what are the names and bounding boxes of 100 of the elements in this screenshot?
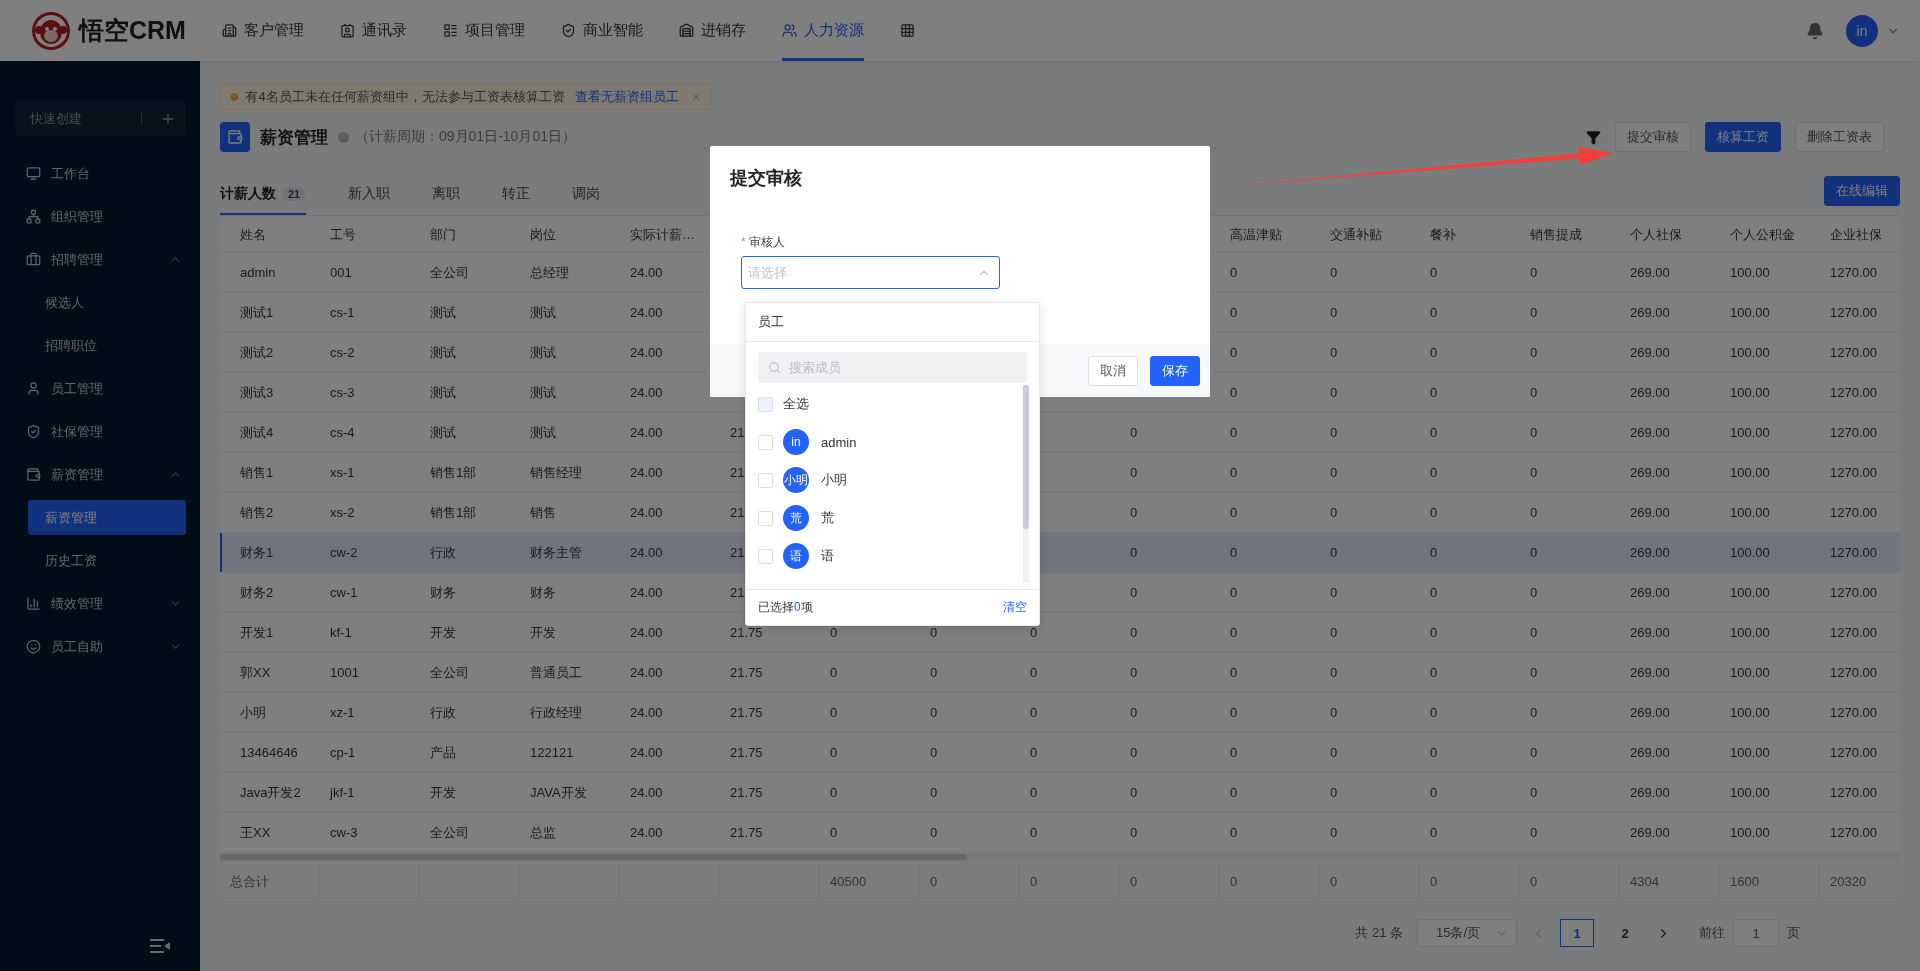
table-cell: 0 — [1530, 745, 1538, 760]
table-cell: 0 — [1530, 825, 1538, 840]
filter-icon[interactable] — [1586, 129, 1601, 145]
nav-tab[interactable]: 进销存 — [678, 0, 746, 61]
action-button[interactable]: 核算工资 — [1705, 122, 1781, 152]
table-cell: 269.00 — [1630, 785, 1670, 800]
table-cell: 测试 — [430, 303, 456, 322]
checkbox[interactable] — [758, 396, 773, 412]
notification-bell-icon[interactable] — [1806, 21, 1824, 40]
table-cell: 0 — [1530, 465, 1538, 480]
sidebar-item[interactable]: 绩效管理 — [0, 582, 200, 625]
checkbox[interactable] — [758, 510, 773, 526]
quick-create-button[interactable]: 快速创建 — [15, 101, 186, 136]
table-cell: xz-1 — [330, 705, 355, 720]
table-cell: 0 — [1130, 465, 1138, 480]
sidebar-subitem[interactable]: 薪资管理 — [28, 500, 186, 535]
table-cell: 24.00 — [630, 625, 663, 640]
table-cell: 0 — [1230, 705, 1238, 720]
table-cell: 0 — [830, 625, 838, 640]
nav-tab[interactable]: 商业智能 — [560, 0, 643, 61]
table-cell: 0 — [1230, 625, 1238, 640]
table-cell: 0 — [1430, 825, 1438, 840]
sidebar-item[interactable]: 薪资管理 — [0, 453, 200, 496]
checkbox[interactable] — [758, 472, 773, 488]
table-cell: 0 — [1430, 345, 1438, 360]
sidebar-item[interactable]: 组织管理 — [0, 195, 200, 238]
table-cell: 001 — [330, 265, 352, 280]
page-size-select[interactable]: 15条/页 — [1417, 919, 1517, 947]
page-unit: 页 — [1787, 924, 1800, 942]
table-cell: 24.00 — [630, 425, 663, 440]
online-edit-button[interactable]: 在线编辑 — [1824, 175, 1900, 206]
table-cell: 21.75 — [730, 625, 763, 640]
nav-tab[interactable]: 通讯录 — [339, 0, 407, 61]
table-cell: cs-1 — [330, 305, 355, 320]
table-cell: 100.00 — [1730, 625, 1770, 640]
shield-icon — [560, 23, 576, 38]
table-cell: 269.00 — [1630, 705, 1670, 720]
app-grid-icon[interactable] — [899, 23, 915, 38]
tab[interactable]: 离职 — [432, 185, 461, 215]
nav-tab[interactable]: 人力资源 — [781, 0, 864, 61]
table-cell: 财务2 — [240, 583, 274, 602]
column-header: 餐补 — [1430, 225, 1456, 244]
checkbox[interactable] — [758, 434, 773, 450]
table-cell: 0 — [1530, 345, 1538, 360]
table-cell: 269.00 — [1630, 745, 1670, 760]
table-cell: 全公司 — [430, 823, 469, 842]
table-cell: 1270.00 — [1830, 465, 1877, 480]
monkey-logo-icon — [31, 10, 71, 51]
checkbox[interactable] — [758, 548, 773, 564]
sidebar-item[interactable]: 社保管理 — [0, 410, 200, 453]
table-cell: 0 — [1330, 745, 1338, 760]
table-cell: 财务 — [530, 583, 556, 602]
page-input[interactable]: 1 — [1733, 919, 1779, 947]
table-cell: 100.00 — [1730, 345, 1770, 360]
clear-link[interactable]: 清空 — [1003, 599, 1027, 616]
tab[interactable]: 转正 — [502, 185, 531, 215]
nav-tab[interactable]: 客户管理 — [221, 0, 304, 61]
wallet-icon — [26, 467, 41, 482]
dialog-button[interactable]: 保存 — [1150, 355, 1200, 386]
action-button[interactable]: 提交审核 — [1615, 122, 1691, 152]
page-number[interactable]: 1 — [1560, 919, 1594, 947]
dialog-button[interactable]: 取消 — [1088, 355, 1138, 386]
user-avatar[interactable]: in — [1846, 14, 1878, 47]
warning-text: 有4名员工未在任何薪资组中，无法参与工资表核算工资 — [245, 87, 565, 106]
table-cell: 0 — [930, 745, 938, 760]
sidebar-subitem[interactable]: 历史工资 — [28, 543, 186, 578]
table-cell: 0 — [1230, 265, 1238, 280]
member-option[interactable]: 语 语 — [746, 537, 1023, 575]
nav-tab[interactable]: 项目管理 — [442, 0, 525, 61]
table-cell: 0 — [1430, 745, 1438, 760]
picker-tab[interactable]: 员工 — [746, 303, 1039, 342]
dialog-title: 提交审核 — [730, 168, 802, 188]
sidebar-item[interactable]: 员工管理 — [0, 367, 200, 410]
table-cell: 0 — [1530, 705, 1538, 720]
table-cell: 24.00 — [630, 505, 663, 520]
table-cell: 0 — [1430, 385, 1438, 400]
scrollbar-thumb[interactable] — [220, 854, 967, 860]
sidebar-subitem[interactable]: 候选人 — [28, 285, 186, 320]
sidebar-item[interactable]: 招聘管理 — [0, 238, 200, 281]
view-link[interactable]: 查看无薪资组员工 — [574, 87, 679, 106]
action-button[interactable]: 删除工资表 — [1795, 122, 1884, 152]
table-cell: cw-1 — [330, 585, 358, 600]
collapse-menu-icon[interactable] — [150, 939, 170, 953]
page-number[interactable]: 2 — [1608, 919, 1642, 947]
table-cell: 0 — [1130, 665, 1138, 680]
sidebar-subitem[interactable]: 招聘职位 — [28, 328, 186, 363]
member-avatar: in — [783, 429, 809, 455]
table-cell: 0 — [930, 625, 938, 640]
sidebar-item[interactable]: 工作台 — [0, 152, 200, 195]
tab[interactable]: 计薪人数 21 — [220, 185, 307, 215]
tab[interactable]: 新入职 — [348, 185, 391, 215]
table-cell: 0 — [1330, 305, 1338, 320]
column-header: 个人社保 — [1630, 225, 1682, 244]
sidebar-item[interactable]: 员工自助 — [0, 625, 200, 668]
scrollbar-thumb[interactable] — [1023, 385, 1029, 529]
tab[interactable]: 调岗 — [572, 185, 601, 215]
table-cell: 24.00 — [630, 265, 663, 280]
table-cell: 1270.00 — [1830, 545, 1877, 560]
table-cell: 0 — [1430, 625, 1438, 640]
table-cell: 0 — [1230, 825, 1238, 840]
